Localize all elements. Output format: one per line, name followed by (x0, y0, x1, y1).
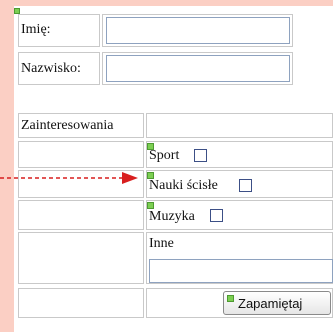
first-name-label: Imię: (21, 22, 51, 37)
submit-cell: Zapamiętaj (146, 288, 333, 318)
save-button-label: Zapamiętaj (238, 296, 303, 311)
other-input[interactable] (149, 259, 333, 283)
music-checkbox[interactable] (210, 209, 223, 222)
sport-cell: Sport (146, 141, 333, 168)
science-cell: Nauki ścisłe (146, 170, 333, 198)
interests-empty-cell (146, 113, 333, 138)
last-name-label: Nazwisko: (21, 61, 81, 76)
science-checkbox[interactable] (239, 179, 252, 192)
last-name-label-cell: Nazwisko: (18, 52, 100, 85)
interests-label: Zainteresowania (21, 118, 114, 133)
first-name-cell (102, 14, 293, 47)
pointer-arrow-icon (0, 172, 138, 184)
field-marker-icon (147, 202, 154, 209)
other-label: Inne (149, 236, 174, 251)
empty-cell (18, 288, 144, 318)
sport-label: Sport (149, 148, 180, 163)
music-cell: Muzyka (146, 200, 333, 230)
empty-cell (18, 232, 144, 284)
empty-cell (18, 200, 144, 230)
save-button[interactable]: Zapamiętaj (223, 291, 331, 315)
science-label: Nauki ścisłe (149, 178, 218, 193)
sport-checkbox[interactable] (194, 149, 207, 162)
field-marker-icon (227, 295, 234, 302)
last-name-cell (102, 52, 293, 85)
other-cell: Inne (146, 232, 333, 284)
music-label: Muzyka (149, 209, 195, 224)
first-name-input[interactable] (106, 17, 290, 44)
last-name-input[interactable] (106, 55, 290, 82)
interests-label-cell: Zainteresowania (18, 113, 144, 138)
first-name-label-cell: Imię: (18, 14, 100, 47)
